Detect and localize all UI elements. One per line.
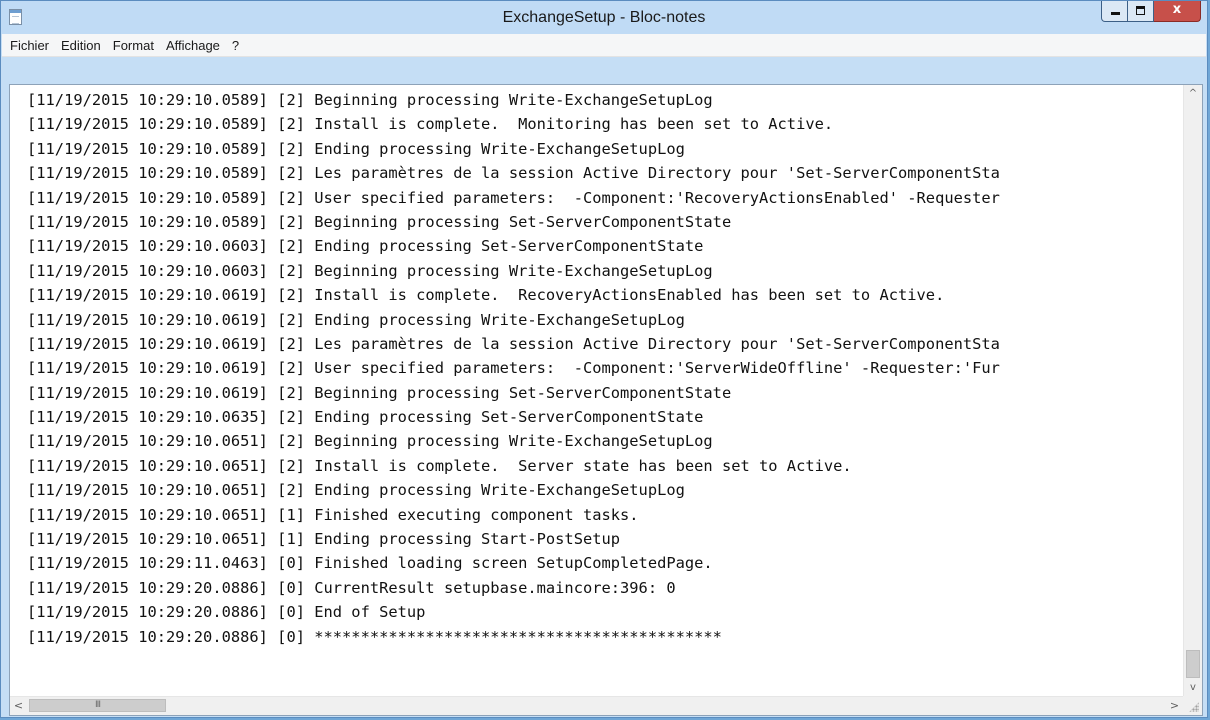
menu-help[interactable]: ? xyxy=(226,36,245,55)
horizontal-scroll-thumb[interactable]: III xyxy=(29,699,166,712)
menu-format[interactable]: Format xyxy=(107,36,160,55)
text-line: [11/19/2015 10:29:10.0635] [2] Ending pr… xyxy=(27,408,704,427)
text-editor[interactable]: [11/19/2015 10:29:10.0589] [2] Beginning… xyxy=(9,84,1203,716)
text-line: [11/19/2015 10:29:10.0619] [2] Ending pr… xyxy=(27,310,685,329)
scroll-left-icon[interactable]: < xyxy=(10,697,27,715)
resize-corner[interactable] xyxy=(1183,696,1202,715)
title-bar[interactable]: ExchangeSetup - Bloc-notes x xyxy=(1,1,1207,34)
close-icon: x xyxy=(1172,2,1182,17)
text-line: [11/19/2015 10:29:10.0651] [2] Install i… xyxy=(27,456,852,475)
text-line: [11/19/2015 10:29:10.0589] [2] Beginning… xyxy=(27,212,732,231)
minimize-button[interactable] xyxy=(1101,1,1128,22)
text-line: [11/19/2015 10:29:20.0886] [0] *********… xyxy=(27,627,722,646)
text-line: [11/19/2015 10:29:10.0651] [1] Finished … xyxy=(27,505,639,524)
text-area[interactable]: [11/19/2015 10:29:10.0589] [2] Beginning… xyxy=(10,85,1183,696)
resize-grip-icon[interactable] xyxy=(1189,702,1199,712)
text-line: [11/19/2015 10:29:10.0651] [1] Ending pr… xyxy=(27,530,621,549)
text-line: [11/19/2015 10:29:10.0589] [2] Beginning… xyxy=(27,91,713,109)
text-line: [11/19/2015 10:29:20.0886] [0] CurrentRe… xyxy=(27,578,676,597)
text-line: [11/19/2015 10:29:10.0589] [2] Les param… xyxy=(27,164,1000,183)
menu-fichier[interactable]: Fichier xyxy=(4,36,55,55)
text-line: [11/19/2015 10:29:20.0886] [0] End of Se… xyxy=(27,603,426,622)
text-line: [11/19/2015 10:29:10.0589] [2] Install i… xyxy=(27,115,834,134)
minimize-icon xyxy=(1111,12,1120,15)
scroll-right-icon[interactable]: > xyxy=(1166,697,1183,715)
menu-bar: Fichier Edition Format Affichage ? xyxy=(2,34,1206,57)
window-title: ExchangeSetup - Bloc-notes xyxy=(502,9,706,26)
menu-affichage[interactable]: Affichage xyxy=(160,36,226,55)
text-line: [11/19/2015 10:29:10.0651] [2] Ending pr… xyxy=(27,481,685,500)
text-line: [11/19/2015 10:29:10.0619] [2] Beginning… xyxy=(27,383,732,402)
text-line: [11/19/2015 10:29:10.0589] [2] User spec… xyxy=(27,188,1000,207)
text-line: [11/19/2015 10:29:10.0619] [2] Install i… xyxy=(27,286,945,305)
menu-edition[interactable]: Edition xyxy=(55,36,107,55)
maximize-button[interactable] xyxy=(1128,1,1154,22)
scroll-up-icon[interactable]: ^ xyxy=(1184,85,1202,102)
text-line: [11/19/2015 10:29:10.0603] [2] Beginning… xyxy=(27,261,713,280)
text-line: [11/19/2015 10:29:10.0619] [2] User spec… xyxy=(27,359,1000,378)
close-button[interactable]: x xyxy=(1154,1,1201,22)
scroll-down-icon[interactable]: v xyxy=(1184,679,1202,696)
caption-buttons: x xyxy=(1101,1,1201,23)
text-line: [11/19/2015 10:29:10.0603] [2] Ending pr… xyxy=(27,237,704,256)
text-line: [11/19/2015 10:29:10.0651] [2] Beginning… xyxy=(27,432,713,451)
text-line: [11/19/2015 10:29:10.0619] [2] Les param… xyxy=(27,334,1000,353)
vertical-scroll-thumb[interactable] xyxy=(1186,650,1200,678)
text-line: [11/19/2015 10:29:11.0463] [0] Finished … xyxy=(27,554,713,573)
notepad-window: ExchangeSetup - Bloc-notes x Fichier Edi… xyxy=(0,0,1208,718)
maximize-icon xyxy=(1136,6,1145,15)
vertical-scrollbar[interactable]: ^ v xyxy=(1183,85,1202,696)
text-line: [11/19/2015 10:29:10.0589] [2] Ending pr… xyxy=(27,139,685,158)
horizontal-scrollbar[interactable]: < III > xyxy=(10,696,1183,715)
